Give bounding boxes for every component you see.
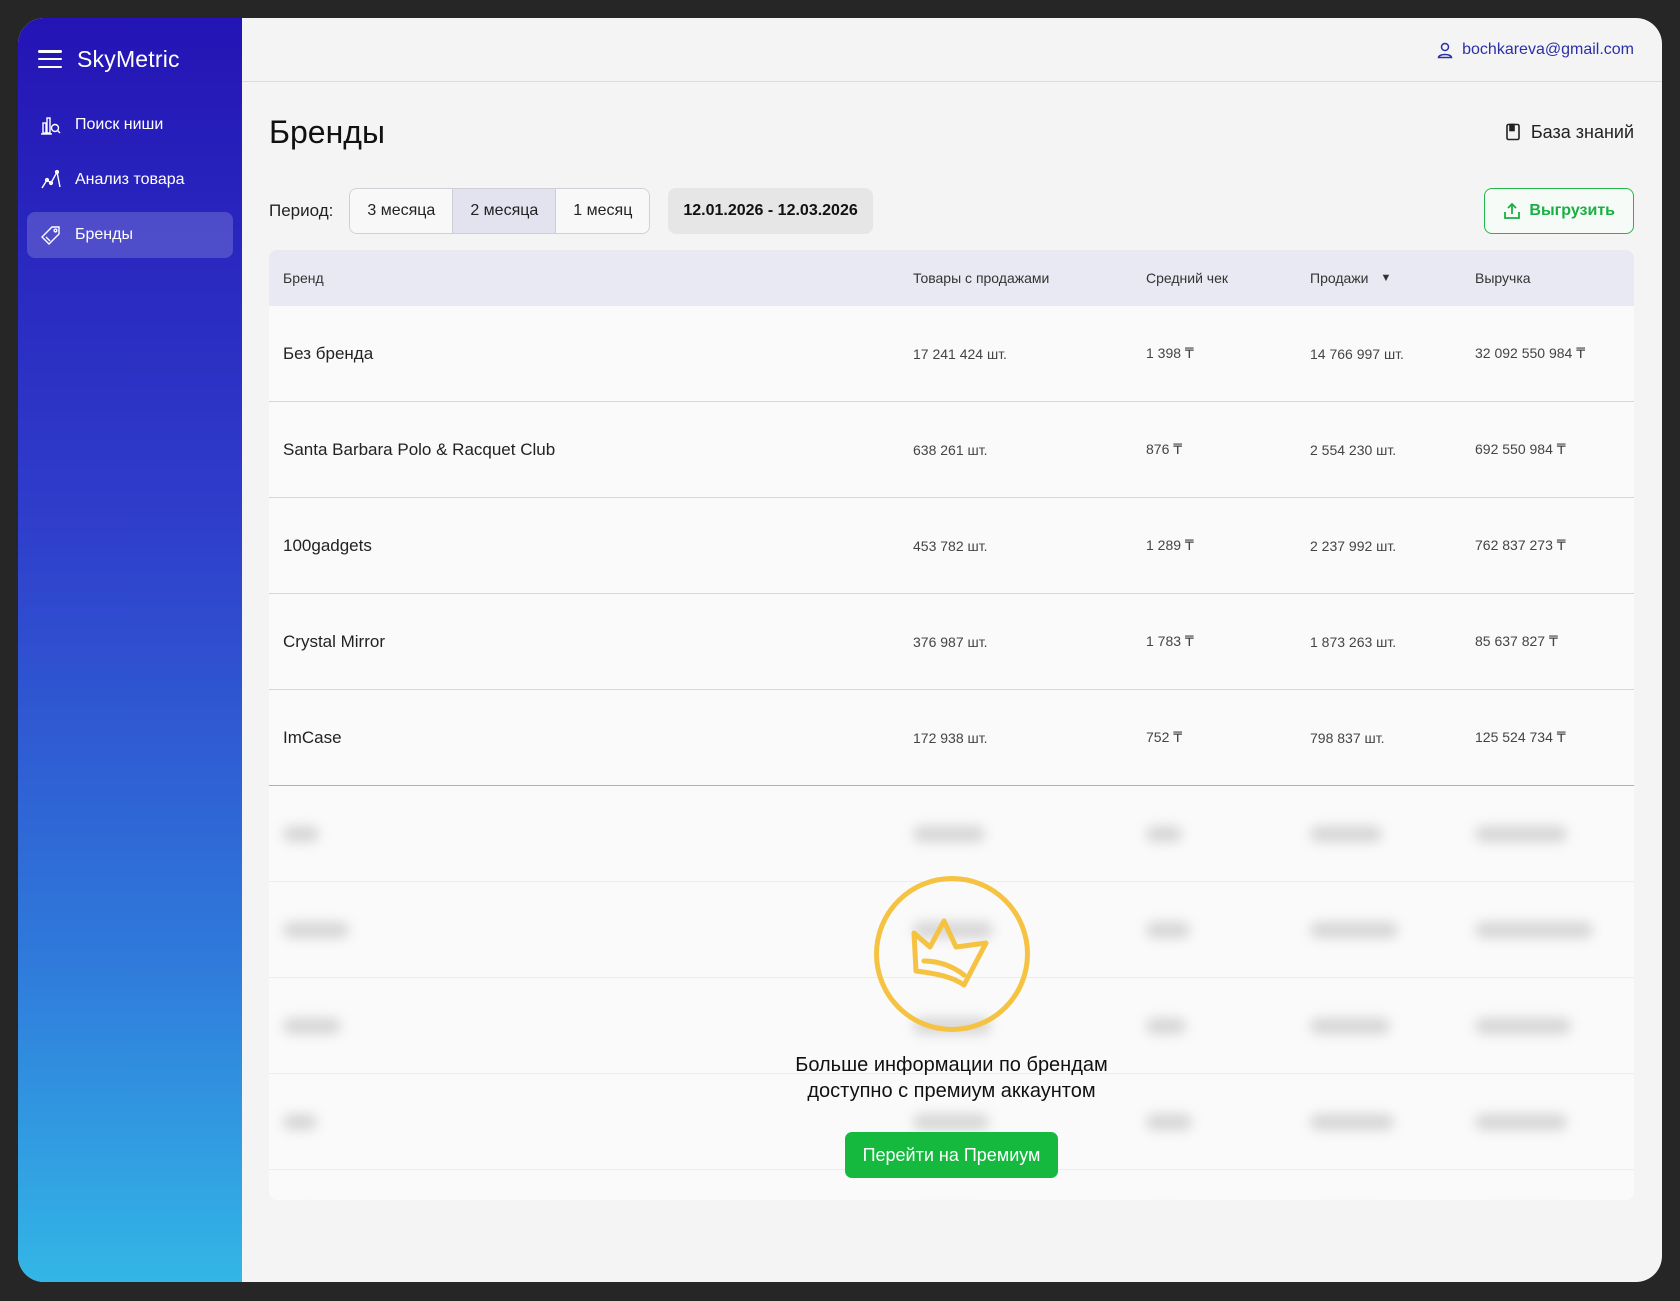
- cell-items: 172 938 шт.: [913, 729, 988, 746]
- topbar: bochkareva@gmail.com: [242, 18, 1662, 82]
- brand-row: SkyMetric: [18, 40, 242, 78]
- sort-desc-icon: ▼: [1380, 272, 1392, 284]
- brands-table: Бренд Товары с продажами Средний чек Про…: [269, 250, 1634, 1200]
- premium-message-line: доступно с премиум аккаунтом: [807, 1080, 1096, 1102]
- sidebar-item-product-analysis[interactable]: Анализ товара: [27, 157, 233, 203]
- column-header-brand[interactable]: Бренд: [269, 270, 913, 286]
- app-logo: SkyMetric: [77, 45, 180, 72]
- cell-revenue: 85 637 827 ₸: [1475, 633, 1558, 649]
- cell-avg: 1 783 ₸: [1146, 633, 1194, 649]
- period-1-month-button[interactable]: 1 месяц: [556, 189, 650, 233]
- cell-items: 638 261 шт.: [913, 441, 988, 458]
- cell-revenue: 125 524 734 ₸: [1475, 729, 1566, 745]
- sidebar-item-brands[interactable]: Бренды: [27, 212, 233, 258]
- crown-icon: [873, 876, 1030, 1032]
- sidebar: SkyMetric Поиск ниши Анализ товара Бренд…: [18, 18, 242, 1282]
- main-content: bochkareva@gmail.com Бренды База знаний …: [242, 18, 1662, 1282]
- period-selector: 3 месяца 2 месяца 1 месяц: [349, 188, 651, 234]
- cell-avg: 1 289 ₸: [1146, 537, 1194, 553]
- cell-sales: 1 873 263 шт.: [1310, 633, 1397, 650]
- column-header-avg-check[interactable]: Средний чек: [1146, 270, 1310, 286]
- cell-revenue: 762 837 273 ₸: [1475, 537, 1566, 553]
- page-header: Бренды База знаний: [242, 112, 1662, 152]
- table-row[interactable]: Crystal Mirror 376 987 шт. 1 783 ₸ 1 873…: [269, 594, 1634, 690]
- book-icon: [1505, 123, 1521, 141]
- sidebar-item-niche-search[interactable]: Поиск ниши: [27, 102, 233, 148]
- product-analysis-icon: [39, 168, 63, 192]
- date-range-picker[interactable]: 12.01.2026 - 12.03.2026: [668, 188, 873, 234]
- cell-items: 376 987 шт.: [913, 633, 988, 650]
- user-email: bochkareva@gmail.com: [1462, 40, 1634, 58]
- column-header-revenue[interactable]: Выручка: [1475, 270, 1634, 286]
- user-icon: [1436, 41, 1454, 59]
- tag-icon: [39, 223, 63, 247]
- cell-avg: 1 398 ₸: [1146, 345, 1194, 361]
- premium-message: Больше информации по брендам доступно с …: [795, 1052, 1108, 1104]
- menu-icon[interactable]: [38, 50, 62, 68]
- cell-brand: Без бренда: [283, 343, 374, 363]
- cell-sales: 2 237 992 шт.: [1310, 537, 1397, 554]
- cell-brand: Santa Barbara Polo & Racquet Club: [283, 439, 556, 459]
- sidebar-item-label: Поиск ниши: [75, 116, 164, 133]
- column-header-sales[interactable]: Продажи ▼: [1310, 270, 1475, 286]
- premium-overlay: Больше информации по брендам доступно с …: [269, 786, 1634, 1200]
- table-row[interactable]: 100gadgets 453 782 шт. 1 289 ₸ 2 237 992…: [269, 498, 1634, 594]
- knowledge-base-label: База знаний: [1530, 121, 1634, 142]
- sidebar-item-label: Анализ товара: [75, 171, 185, 188]
- cell-brand: 100gadgets: [283, 535, 372, 555]
- table-row[interactable]: Без бренда 17 241 424 шт. 1 398 ₸ 14 766…: [269, 306, 1634, 402]
- cell-avg: 876 ₸: [1146, 441, 1183, 457]
- locked-rows: Больше информации по брендам доступно с …: [269, 786, 1634, 1200]
- period-2-months-button[interactable]: 2 месяца: [453, 189, 557, 233]
- upload-icon: [1503, 202, 1521, 220]
- cell-sales: 14 766 997 шт.: [1310, 345, 1404, 362]
- page-title: Бренды: [269, 113, 385, 150]
- table-row[interactable]: ImCase 172 938 шт. 752 ₸ 798 837 шт. 125…: [269, 690, 1634, 786]
- knowledge-base-link[interactable]: База знаний: [1505, 122, 1634, 143]
- export-label: Выгрузить: [1529, 202, 1615, 219]
- sidebar-nav: Поиск ниши Анализ товара Бренды: [18, 102, 242, 258]
- cell-brand: Crystal Mirror: [283, 631, 385, 651]
- premium-message-line: Больше информации по брендам: [795, 1054, 1108, 1076]
- app-window: SkyMetric Поиск ниши Анализ товара Бренд…: [18, 18, 1662, 1282]
- period-label: Период:: [269, 201, 334, 220]
- sidebar-item-label: Бренды: [75, 226, 133, 243]
- export-button[interactable]: Выгрузить: [1484, 188, 1634, 234]
- user-menu[interactable]: bochkareva@gmail.com: [1436, 41, 1634, 59]
- table-header: Бренд Товары с продажами Средний чек Про…: [269, 250, 1634, 306]
- column-header-label: Продажи: [1310, 270, 1369, 286]
- period-3-months-button[interactable]: 3 месяца: [350, 189, 454, 233]
- cell-sales: 798 837 шт.: [1310, 729, 1385, 746]
- cell-sales: 2 554 230 шт.: [1310, 441, 1397, 458]
- column-header-items[interactable]: Товары с продажами: [913, 270, 1146, 286]
- table-row[interactable]: Santa Barbara Polo & Racquet Club 638 26…: [269, 402, 1634, 498]
- cell-revenue: 32 092 550 984 ₸: [1475, 345, 1586, 361]
- filter-toolbar: Период: 3 месяца 2 месяца 1 месяц 12.01.…: [242, 188, 1662, 234]
- niche-search-icon: [39, 113, 63, 137]
- cell-items: 17 241 424 шт.: [913, 345, 1007, 362]
- go-premium-button[interactable]: Перейти на Премиум: [844, 1132, 1059, 1178]
- cell-items: 453 782 шт.: [913, 537, 988, 554]
- cell-brand: ImCase: [283, 727, 342, 747]
- cell-revenue: 692 550 984 ₸: [1475, 441, 1566, 457]
- cell-avg: 752 ₸: [1146, 729, 1183, 745]
